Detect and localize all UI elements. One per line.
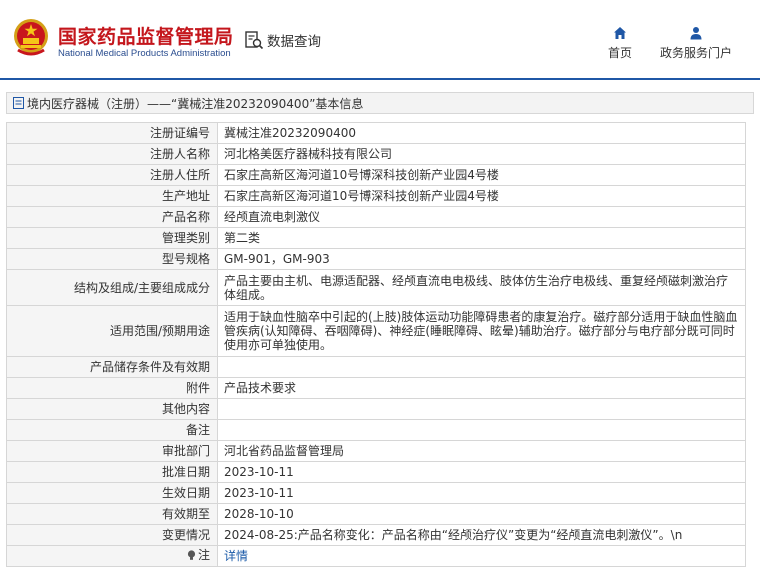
field-label: 变更情况 [6, 524, 218, 546]
field-value: 石家庄高新区海河道10号博深科技创新产业园4号楼 [217, 164, 746, 186]
registration-info-table: 注册证编号 冀械注准20232090400 注册人名称 河北格美医疗器械科技有限公司注… [6, 122, 746, 567]
field-label: 适用范围/预期用途 [6, 305, 218, 357]
field-label: 注册人名称 [6, 143, 218, 165]
nav-home-label: 首页 [608, 46, 633, 60]
field-value: 2024-08-25:产品名称变化：产品名称由“经颅治疗仪”变更为“经颅直流电刺… [217, 524, 746, 546]
table-row: 产品名称 经颅直流电刺激仪 [6, 206, 746, 228]
field-value: GM-901，GM-903 [217, 248, 746, 270]
field-value [217, 356, 746, 378]
field-label: 型号规格 [6, 248, 218, 270]
site-header: 国家药品监督管理局 National Medical Products Admi… [0, 0, 760, 80]
breadcrumb-text: 境内医疗器械（注册）——“冀械注准20232090400”基本信息 [27, 96, 364, 111]
field-label: 其他内容 [6, 398, 218, 420]
table-row: 备注 [6, 419, 746, 441]
note-label-text: 注 [197, 548, 210, 563]
home-icon [614, 27, 626, 39]
field-label: 管理类别 [6, 227, 218, 249]
field-value: 河北省药品监督管理局 [217, 440, 746, 462]
table-row: 注册人住所 石家庄高新区海河道10号博深科技创新产业园4号楼 [6, 164, 746, 186]
table-row: 生效日期 2023-10-11 [6, 482, 746, 504]
table-row: 注册人名称 河北格美医疗器械科技有限公司 [6, 143, 746, 165]
nav-home[interactable]: 首页 [608, 26, 632, 61]
field-value: 适用于缺血性脑卒中引起的(上肢)肢体运动功能障碍患者的康复治疗。磁疗部分适用于缺… [217, 305, 746, 357]
note-value-cell: 详情 [217, 545, 746, 567]
nav-service-label: 政务服务门户 [660, 46, 733, 60]
registration-info-body: 注册证编号 冀械注准20232090400 注册人名称 河北格美医疗器械科技有限公司注… [6, 122, 746, 546]
table-row: 型号规格 GM-901，GM-903 [6, 248, 746, 270]
site-logo-title[interactable]: 国家药品监督管理局 [58, 22, 234, 49]
table-row: 变更情况 2024-08-25:产品名称变化：产品名称由“经颅治疗仪”变更为“经颅… [6, 524, 746, 546]
field-value: 经颅直流电刺激仪 [217, 206, 746, 228]
breadcrumb: 境内医疗器械（注册）——“冀械注准20232090400”基本信息 [6, 92, 754, 114]
field-label: 附件 [6, 377, 218, 399]
table-row: 结构及组成/主要组成成分 产品主要由主机、电源适配器、经颅直流电电极线、肢体仿生治… [6, 269, 746, 306]
document-icon [13, 97, 24, 109]
note-label: 注 [187, 548, 210, 562]
table-row: 批准日期 2023-10-11 [6, 461, 746, 483]
field-label: 生产地址 [6, 185, 218, 207]
field-value: 产品主要由主机、电源适配器、经颅直流电电极线、肢体仿生治疗电极线、重复经颅磁刺激… [217, 269, 746, 306]
field-value [217, 419, 746, 441]
user-icon [690, 27, 702, 40]
table-row: 附件 产品技术要求 [6, 377, 746, 399]
field-label: 备注 [6, 419, 218, 441]
header-divider [0, 78, 760, 80]
field-label: 有效期至 [6, 503, 218, 525]
field-value: 2023-10-11 [217, 482, 746, 504]
lightbulb-icon [187, 550, 196, 560]
national-emblem-icon [14, 19, 48, 56]
table-row: 适用范围/预期用途 适用于缺血性脑卒中引起的(上肢)肢体运动功能障碍患者的康复治疗… [6, 305, 746, 357]
field-label: 产品名称 [6, 206, 218, 228]
table-row: 产品储存条件及有效期 [6, 356, 746, 378]
site-logo-subtitle[interactable]: National Medical Products Administration [58, 48, 231, 59]
table-row: 其他内容 [6, 398, 746, 420]
table-row-note: 注 详情 [6, 545, 746, 567]
table-row: 管理类别 第二类 [6, 227, 746, 249]
field-label: 审批部门 [6, 440, 218, 462]
field-label: 注册证编号 [6, 122, 218, 144]
table-row: 有效期至 2028-10-10 [6, 503, 746, 525]
data-query-link[interactable]: 数据查询 [244, 30, 321, 50]
field-value [217, 398, 746, 420]
table-row: 生产地址 石家庄高新区海河道10号博深科技创新产业园4号楼 [6, 185, 746, 207]
field-label: 产品储存条件及有效期 [6, 356, 218, 378]
nav-service-portal[interactable]: 政务服务门户 [660, 26, 732, 61]
data-search-icon [245, 31, 264, 50]
field-label: 注册人住所 [6, 164, 218, 186]
field-label: 生效日期 [6, 482, 218, 504]
field-value: 石家庄高新区海河道10号博深科技创新产业园4号楼 [217, 185, 746, 207]
field-value: 第二类 [217, 227, 746, 249]
detail-link[interactable]: 详情 [224, 549, 248, 563]
note-label-cell: 注 [6, 545, 218, 567]
field-value: 冀械注准20232090400 [217, 122, 746, 144]
field-label: 结构及组成/主要组成成分 [6, 269, 218, 306]
data-query-label: 数据查询 [267, 34, 321, 50]
field-label: 批准日期 [6, 461, 218, 483]
field-value: 2023-10-11 [217, 461, 746, 483]
table-row: 注册证编号 冀械注准20232090400 [6, 122, 746, 144]
field-value: 产品技术要求 [217, 377, 746, 399]
table-row: 审批部门 河北省药品监督管理局 [6, 440, 746, 462]
field-value: 2028-10-10 [217, 503, 746, 525]
field-value: 河北格美医疗器械科技有限公司 [217, 143, 746, 165]
